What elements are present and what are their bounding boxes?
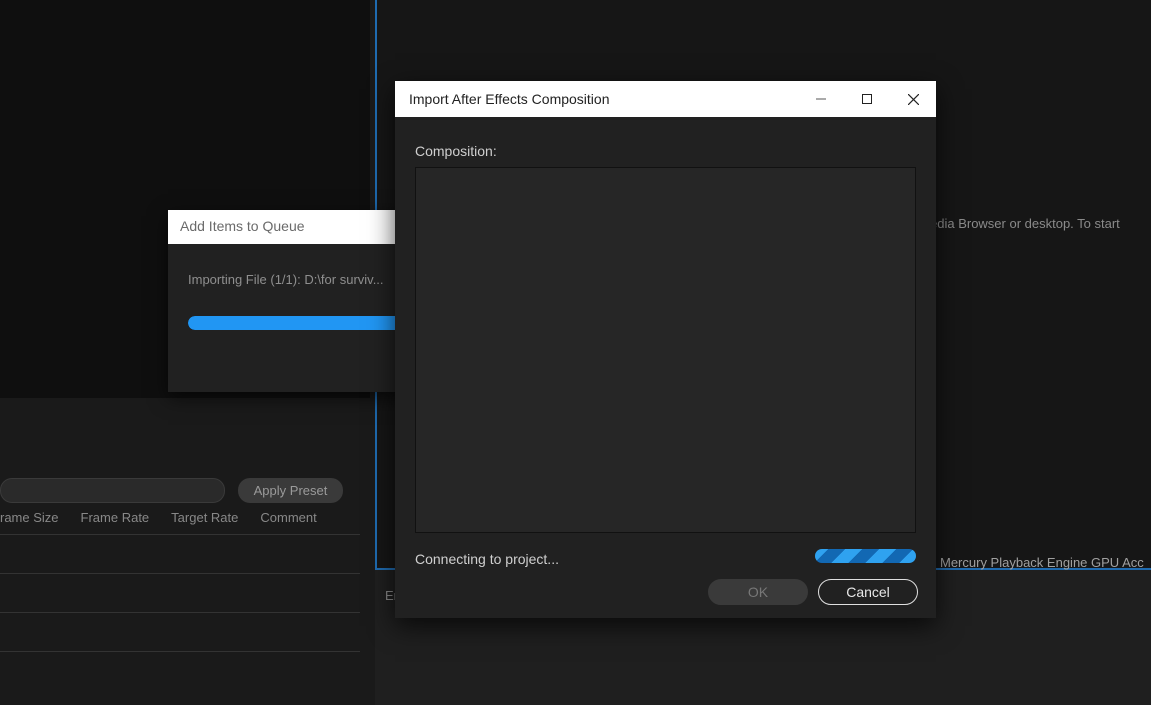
col-target-rate[interactable]: Target Rate (171, 510, 238, 530)
divider (0, 612, 360, 613)
import-ae-composition-dialog: Import After Effects Composition Composi… (395, 81, 936, 618)
ae-dialog-button-row: OK Cancel (395, 579, 918, 607)
ae-dialog-title: Import After Effects Composition (409, 91, 610, 107)
col-comment[interactable]: Comment (260, 510, 316, 530)
window-controls (798, 81, 936, 117)
status-right-text: Mercury Playback Engine GPU Acc (940, 555, 1144, 570)
ae-busy-indicator (815, 549, 916, 563)
col-frame-rate[interactable]: Frame Rate (81, 510, 150, 530)
ae-connection-status: Connecting to project... (415, 551, 559, 567)
apply-preset-button[interactable]: Apply Preset (238, 478, 343, 503)
divider (0, 651, 360, 652)
minimize-button[interactable] (798, 81, 844, 117)
minimize-icon (816, 94, 826, 104)
composition-label: Composition: (415, 143, 497, 159)
close-button[interactable] (890, 81, 936, 117)
queue-column-headers: rame Size Frame Rate Target Rate Comment (0, 510, 317, 530)
drop-hint-text: edia Browser or desktop. To start (930, 216, 1120, 231)
busy-stripes (815, 549, 916, 563)
col-frame-size[interactable]: rame Size (0, 510, 59, 530)
composition-listbox[interactable] (415, 167, 916, 533)
ok-button: OK (708, 579, 808, 605)
divider (0, 573, 360, 574)
maximize-icon (862, 94, 872, 104)
preset-search-input[interactable] (0, 478, 225, 503)
ae-dialog-titlebar[interactable]: Import After Effects Composition (395, 81, 936, 117)
maximize-button[interactable] (844, 81, 890, 117)
close-icon (908, 94, 919, 105)
cancel-button[interactable]: Cancel (818, 579, 918, 605)
divider (0, 534, 360, 535)
